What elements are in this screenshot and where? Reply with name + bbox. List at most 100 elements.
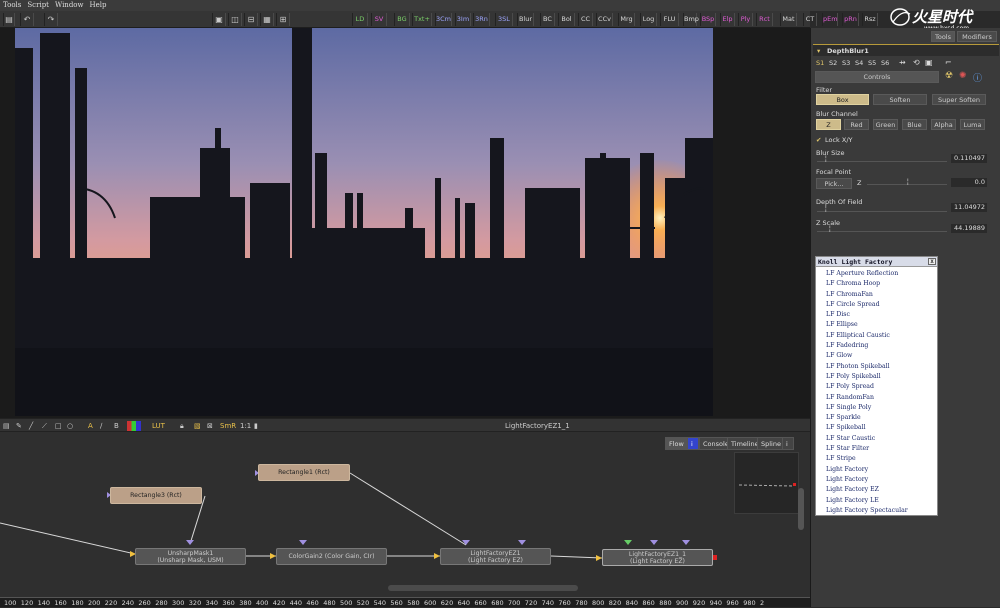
subtab-s2[interactable]: S2 bbox=[829, 59, 837, 67]
tab-tools[interactable]: Tools bbox=[931, 31, 955, 42]
brush-icon[interactable]: ⟋ bbox=[42, 421, 47, 431]
node-colorgain2[interactable]: ColorGain2 (Color Gain, CIr) bbox=[276, 548, 387, 565]
pick-button[interactable]: Pick... bbox=[816, 178, 852, 189]
circle-tool-icon[interactable]: ○ bbox=[67, 421, 73, 431]
tool-button-3im[interactable]: 3Im bbox=[455, 13, 471, 26]
tool-header[interactable]: ▾ DepthBlur1 bbox=[813, 44, 999, 56]
channel-a-button[interactable]: A bbox=[88, 421, 93, 431]
radiation-icon[interactable]: ☢ bbox=[945, 71, 953, 81]
tool-button-bmp[interactable]: Bmp bbox=[683, 13, 699, 26]
knoll-item[interactable]: LF Stripe bbox=[826, 454, 937, 464]
node-lightfactoryez1[interactable]: LightFactoryEZ1 (Light Factory EZ) bbox=[440, 548, 551, 565]
info-circle-icon[interactable]: ⓘ bbox=[973, 71, 982, 84]
controls-tab[interactable]: Controls bbox=[815, 71, 939, 83]
tool-button-ply[interactable]: Ply bbox=[738, 13, 753, 26]
roi-icon[interactable]: ▧ bbox=[194, 421, 201, 431]
volume-icon[interactable]: ▮ bbox=[254, 421, 258, 431]
dof-value[interactable]: 11.04972 bbox=[951, 203, 987, 212]
menu-dash-icon[interactable]: ⌐ bbox=[945, 58, 952, 67]
tool-button-log[interactable]: Log bbox=[640, 13, 657, 26]
channel-ab-icon[interactable]: ∕ bbox=[100, 421, 102, 431]
tool-button-prn[interactable]: pRn bbox=[842, 13, 859, 26]
rectangle-tool-icon[interactable]: □ bbox=[55, 421, 62, 431]
color-channels-icon[interactable] bbox=[127, 421, 141, 431]
menu-tools[interactable]: Tools bbox=[0, 0, 24, 11]
channel-luma-button[interactable]: Luma bbox=[960, 119, 985, 130]
z-scale-slider[interactable] bbox=[817, 231, 947, 232]
layout-horizontal-icon[interactable]: ⊟ bbox=[244, 13, 258, 26]
knoll-item[interactable]: LF Sparkle bbox=[826, 413, 937, 423]
knoll-item[interactable]: Light Factory Spectacular bbox=[826, 506, 937, 516]
help-icon[interactable]: i bbox=[782, 437, 794, 450]
layout-single-icon[interactable]: ▣ bbox=[212, 13, 226, 26]
tool-button-bg[interactable]: BG bbox=[394, 13, 410, 26]
tool-button-elp[interactable]: Elp bbox=[720, 13, 735, 26]
paint-icon[interactable]: ╱ bbox=[29, 421, 33, 431]
tool-button-blur[interactable]: Blur bbox=[517, 13, 534, 26]
layout-grid-icon[interactable]: ⊞ bbox=[276, 13, 290, 26]
channel-blue-button[interactable]: Blue bbox=[902, 119, 927, 130]
knoll-item[interactable]: Light Factory EZ bbox=[826, 485, 937, 495]
dof-slider[interactable] bbox=[817, 211, 947, 212]
menu-window[interactable]: Window bbox=[52, 0, 87, 11]
focal-point-value[interactable]: 0.0 bbox=[951, 178, 987, 187]
info-icon[interactable]: i bbox=[687, 437, 699, 450]
knoll-item[interactable]: LF Glow bbox=[826, 351, 937, 361]
knoll-item[interactable]: LF Spikeball bbox=[826, 423, 937, 433]
dof-handle[interactable]: ╎ bbox=[824, 205, 828, 213]
knoll-item[interactable]: LF Elliptical Caustic bbox=[826, 331, 937, 341]
toolbar-menu-icon[interactable]: ▤ bbox=[3, 13, 15, 26]
pin-icon[interactable]: ⇸ bbox=[899, 58, 906, 67]
node-rectangle3[interactable]: Rectangle3 (Rct) bbox=[110, 487, 202, 504]
knoll-item[interactable]: LF Photon Spikeball bbox=[826, 362, 937, 372]
tool-button-bsp[interactable]: BSp bbox=[700, 13, 716, 26]
tool-button-bol[interactable]: Bol bbox=[558, 13, 575, 26]
time-ruler[interactable]: 100 120 140 160 180 200 220 240 260 280 300 320 340 3… bbox=[0, 597, 810, 607]
subtab-s5[interactable]: S5 bbox=[868, 59, 876, 67]
viewer-menu-icon[interactable]: ▤ bbox=[3, 421, 10, 431]
lock-icon[interactable]: 🔒︎ bbox=[180, 421, 184, 431]
blur-size-value[interactable]: 0.110497 bbox=[951, 154, 987, 163]
undo-icon[interactable]: ↶ bbox=[20, 13, 34, 26]
tab-spline[interactable]: Spline bbox=[757, 437, 785, 450]
knoll-item[interactable]: Light Factory bbox=[826, 475, 937, 485]
tool-button-flu[interactable]: FLU bbox=[660, 13, 679, 26]
knoll-item[interactable]: LF Poly Spikeball bbox=[826, 372, 937, 382]
save-icon[interactable]: ▣ bbox=[925, 58, 933, 67]
channel-z-button[interactable]: Z bbox=[816, 119, 841, 130]
knoll-item[interactable]: Light Factory LE bbox=[826, 496, 937, 506]
channel-green-button[interactable]: Green bbox=[873, 119, 898, 130]
pencil-icon[interactable]: ✎ bbox=[16, 421, 22, 431]
menu-script[interactable]: Script bbox=[24, 0, 52, 11]
layout-quad-icon[interactable]: ▦ bbox=[260, 13, 274, 26]
filter-box-button[interactable]: Box bbox=[816, 94, 869, 105]
knoll-item[interactable]: LF Star Caustic bbox=[826, 434, 937, 444]
channel-red-button[interactable]: Red bbox=[844, 119, 869, 130]
tool-button-rct[interactable]: Rct bbox=[756, 13, 773, 26]
knoll-item[interactable]: LF Star Filter bbox=[826, 444, 937, 454]
lock-checkbox[interactable]: ✔ bbox=[816, 136, 821, 144]
z-scale-value[interactable]: 44.19889 bbox=[951, 224, 987, 233]
knoll-item[interactable]: LF Fadedring bbox=[826, 341, 937, 351]
smr-button[interactable]: SmR bbox=[220, 421, 236, 431]
tool-button-rsz[interactable]: Rsz bbox=[862, 13, 878, 26]
collapse-arrow-icon[interactable]: ▾ bbox=[817, 47, 820, 55]
redo-icon[interactable]: ↷ bbox=[44, 13, 58, 26]
tab-flow[interactable]: Flow bbox=[665, 437, 688, 450]
subtab-s4[interactable]: S4 bbox=[855, 59, 863, 67]
channel-alpha-button[interactable]: Alpha bbox=[931, 119, 956, 130]
menu-help[interactable]: Help bbox=[87, 0, 110, 11]
flow-horizontal-scrollbar[interactable] bbox=[388, 585, 578, 591]
tool-button-bc[interactable]: BC bbox=[540, 13, 555, 26]
knoll-item[interactable]: LF ChromaFan bbox=[826, 290, 937, 300]
blur-size-slider[interactable] bbox=[817, 161, 947, 162]
settings-icon[interactable]: ✺ bbox=[959, 71, 967, 81]
filter-soften-button[interactable]: Soften bbox=[873, 94, 927, 105]
subtab-s6[interactable]: S6 bbox=[881, 59, 889, 67]
knoll-item[interactable]: Light Factory bbox=[826, 465, 937, 475]
channel-b-button[interactable]: B bbox=[114, 421, 119, 431]
node-rectangle1[interactable]: Rectangle1 (Rct) bbox=[258, 464, 350, 481]
filter-super-soften-button[interactable]: Super Soften bbox=[932, 94, 986, 105]
z-scale-handle[interactable]: ╎ bbox=[828, 225, 832, 233]
viewer-image[interactable] bbox=[15, 28, 713, 416]
